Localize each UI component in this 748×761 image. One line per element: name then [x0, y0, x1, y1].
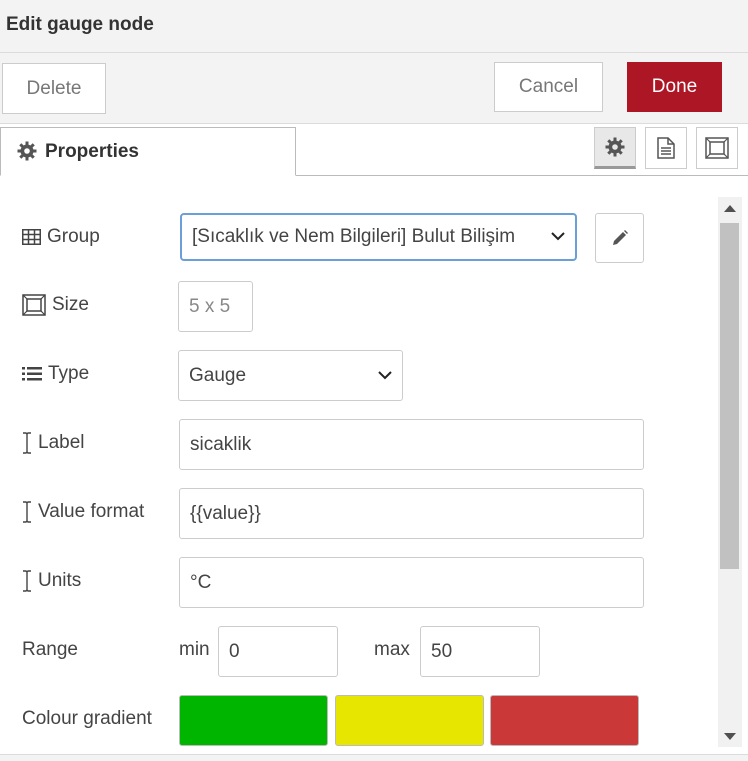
- label-row: Label sicaklik: [0, 419, 700, 470]
- label-label: Label: [22, 432, 85, 454]
- group-select-value: [Sıcaklık ve Nem Bilgileri] Bulut Bilişi…: [192, 226, 516, 247]
- tab-bar: Properties: [0, 123, 748, 176]
- range-label: Range: [22, 639, 78, 660]
- range-min-label: min: [179, 639, 210, 660]
- size-row: Size 5 x 5: [0, 281, 700, 332]
- type-label-text: Type: [48, 363, 90, 384]
- value-format-row: Value format {{value}}: [0, 488, 700, 539]
- edit-group-button[interactable]: [595, 213, 644, 263]
- scroll-down-arrow-icon[interactable]: [724, 733, 736, 740]
- label-label-text: Label: [38, 432, 85, 453]
- window-icon: [705, 137, 729, 159]
- value-format-label-text: Value format: [38, 501, 145, 522]
- colour-swatch-high[interactable]: [490, 695, 639, 746]
- type-label: Type: [22, 363, 89, 385]
- type-select-value: Gauge: [189, 364, 247, 386]
- size-label: Size: [22, 294, 89, 316]
- group-row: Group [Sıcaklık ve Nem Bilgileri] Bulut …: [0, 213, 700, 263]
- delete-button[interactable]: Delete: [2, 63, 106, 114]
- tab-properties[interactable]: Properties: [0, 127, 296, 176]
- type-row: Type Gauge: [0, 350, 700, 401]
- units-row: Units °C: [0, 557, 700, 608]
- tab-settings[interactable]: [594, 127, 636, 169]
- range-row: Range min 0 max 50: [0, 626, 700, 677]
- text-cursor-icon: [23, 570, 31, 592]
- label-input[interactable]: sicaklik: [179, 419, 644, 470]
- text-cursor-icon: [23, 501, 31, 523]
- tab-properties-label: Properties: [45, 141, 139, 162]
- done-button[interactable]: Done: [627, 62, 722, 112]
- units-label: Units: [22, 570, 81, 592]
- units-input[interactable]: °C: [179, 557, 644, 608]
- table-icon: [22, 229, 41, 245]
- document-icon: [657, 137, 675, 159]
- group-select[interactable]: [Sıcaklık ve Nem Bilgileri] Bulut Bilişi…: [180, 213, 577, 261]
- type-select[interactable]: Gauge: [178, 350, 403, 401]
- group-label-text: Group: [47, 226, 100, 247]
- range-min-input[interactable]: 0: [218, 626, 338, 677]
- pencil-icon: [612, 230, 628, 245]
- size-button[interactable]: 5 x 5: [178, 281, 253, 332]
- range-max-label: max: [374, 639, 410, 660]
- gear-icon: [605, 137, 625, 157]
- units-label-text: Units: [38, 570, 82, 591]
- tab-appearance[interactable]: [696, 127, 738, 169]
- group-label: Group: [22, 226, 100, 248]
- range-max-input[interactable]: 50: [420, 626, 540, 677]
- tab-description[interactable]: [645, 127, 687, 169]
- colour-gradient-label: Colour gradient: [22, 708, 152, 729]
- cancel-button[interactable]: Cancel: [494, 62, 603, 112]
- scroll-thumb[interactable]: [720, 223, 739, 569]
- gear-icon: [17, 141, 37, 161]
- colour-gradient-row: Colour gradient: [0, 695, 700, 746]
- scrollbar[interactable]: [718, 197, 742, 747]
- chevron-down-icon: [378, 370, 392, 379]
- text-cursor-icon: [23, 432, 31, 454]
- dialog-title: Edit gauge node: [6, 14, 154, 35]
- list-icon: [22, 367, 42, 381]
- colour-swatch-mid[interactable]: [335, 695, 484, 746]
- dialog-header: Edit gauge node: [0, 0, 748, 53]
- size-label-text: Size: [52, 294, 89, 315]
- colour-swatch-low[interactable]: [179, 695, 328, 746]
- resize-icon: [22, 294, 46, 316]
- scroll-up-arrow-icon[interactable]: [724, 205, 736, 212]
- chevron-down-icon: [551, 232, 565, 241]
- dialog-toolbar: Delete Cancel Done: [0, 53, 748, 124]
- value-format-input[interactable]: {{value}}: [179, 488, 644, 539]
- value-format-label: Value format: [22, 501, 144, 523]
